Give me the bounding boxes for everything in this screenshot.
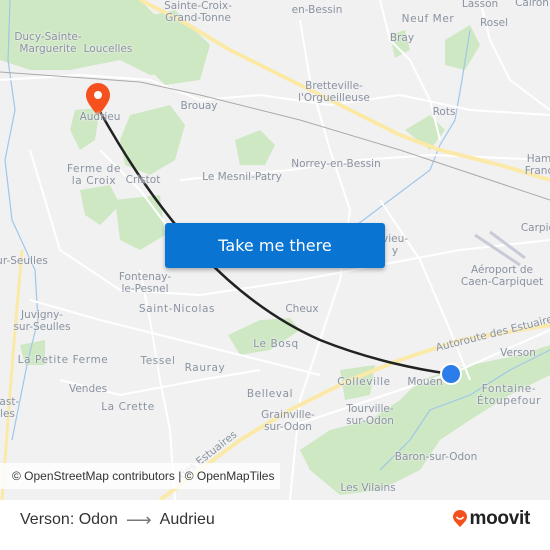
- map-label-colleville: Colleville: [337, 376, 391, 388]
- runway: [489, 230, 526, 260]
- map-label-fontenay: Fontenay-le-Pesnel: [118, 271, 172, 295]
- forest-area: [235, 130, 275, 165]
- forest-area: [80, 185, 120, 225]
- map-label-norrey: Norrey-en-Bessin: [291, 158, 381, 170]
- map-label-rots: Rots: [432, 106, 456, 118]
- map-label-lasson: Lasson: [461, 0, 499, 10]
- map-label-tourville: Tourville-sur-Odon: [346, 403, 394, 427]
- moovit-wordmark: moovit: [469, 508, 531, 529]
- forest-area: [120, 105, 185, 175]
- origin-marker[interactable]: [440, 363, 462, 385]
- map-label-hast: hast-lles: [0, 396, 20, 420]
- map-label-aeroport: Aéroport de Caen-Carpiquet: [460, 264, 544, 288]
- map-label-vieux: vieu-y: [381, 233, 409, 257]
- map-attribution[interactable]: © OpenStreetMap contributors | © OpenMap…: [0, 463, 281, 489]
- forest-area: [445, 25, 480, 70]
- map-label-vendes: Vendes: [68, 383, 108, 395]
- map-label-petite-ferme: La Petite Ferme: [17, 354, 109, 366]
- map-label-en-bessin: en-Bessin: [291, 4, 343, 16]
- map-label-rauray: Rauray: [184, 362, 226, 374]
- map-label-ferme-croix: Ferme de la Croix: [66, 163, 122, 187]
- map-label-saint-nicolas: Saint-Nicolas: [138, 303, 216, 315]
- map-label-bretteville: Bretteville-l'Orgueilleuse: [298, 80, 370, 104]
- map-label-mouen: Mouen: [407, 376, 443, 388]
- map-label-mesnil-patry: Le Mesnil-Patry: [202, 171, 282, 183]
- map-label-sainte-croix: Sainte-Croix- Grand-Tonne: [164, 0, 232, 24]
- map-label-juvigny: Juvigny-sur-Seulles: [13, 309, 71, 333]
- map-label-cheux: Cheux: [285, 303, 319, 315]
- map-label-carpiquet: Carpiq: [520, 222, 550, 234]
- route-origin: Verson: Odon: [20, 511, 118, 528]
- destination-pin-dot: [94, 91, 102, 99]
- route-title: Verson: Odon ⟶ Audrieu: [20, 510, 215, 530]
- map-label-cairon: Cairon: [515, 0, 549, 9]
- map-label-la-crette: La Crette: [101, 401, 155, 413]
- arrow-right-icon: ⟶: [125, 509, 152, 530]
- map-label-vilains: Les Vilains: [340, 482, 396, 494]
- road: [0, 73, 550, 116]
- map-label-le-bosq: Le Bosq: [253, 338, 299, 350]
- map-label-sur-seulles: ur-Seulles: [0, 255, 48, 267]
- map-label-baron: Baron-sur-Odon: [394, 451, 478, 463]
- map-label-bray: Bray: [389, 32, 415, 44]
- map-label-verson: Verson: [500, 347, 536, 359]
- map-label-brouay: Brouay: [180, 100, 218, 112]
- take-me-there-button[interactable]: Take me there: [165, 223, 385, 268]
- map-label-ham-franc: HamFranc: [524, 153, 550, 177]
- route-destination: Audrieu: [159, 511, 215, 528]
- map-label-rosel: Rosel: [479, 17, 509, 29]
- map-label-fontaine: Fontaine- Étoupefour: [476, 383, 542, 407]
- map-label-neuf-mer: Neuf Mer: [401, 13, 455, 25]
- map-label-audrieu: Audrieu: [79, 111, 121, 123]
- moovit-pin-icon: [452, 510, 467, 527]
- moovit-logo[interactable]: moovit: [452, 508, 530, 530]
- forest-area: [300, 345, 550, 495]
- map-label-tessel: Tessel: [140, 355, 176, 367]
- map-label-ducy: Ducy-Sainte- Marguerite: [14, 31, 82, 55]
- map-label-grainville: Grainville-sur-Odon: [261, 409, 315, 433]
- map-label-cristot: Cristot: [125, 174, 161, 186]
- map-label-loucelles: Loucelles: [83, 43, 133, 55]
- map-label-belleval: Belleval: [246, 388, 294, 400]
